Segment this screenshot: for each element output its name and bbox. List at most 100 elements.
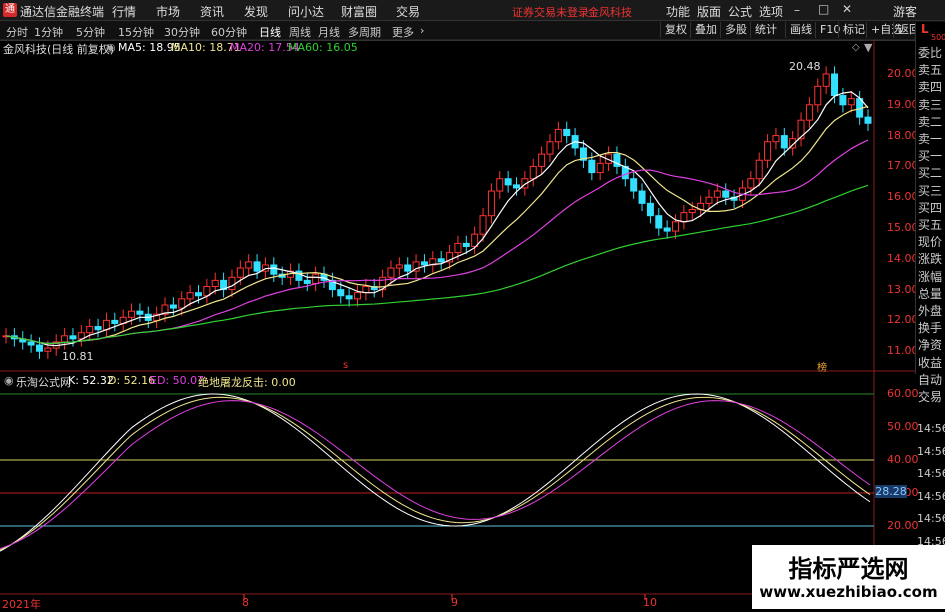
- price-tick-label: 18.00: [887, 128, 919, 142]
- signal-value: 绝地屠龙反击: 0.00: [198, 376, 296, 389]
- side-panel-item[interactable]: 涨跌: [918, 250, 942, 267]
- candle-body: [839, 95, 847, 106]
- candle-body: [337, 289, 345, 297]
- trade-time-label: 14:56: [917, 444, 945, 458]
- side-panel-item[interactable]: 交易: [918, 388, 942, 405]
- side-panel-item[interactable]: 买四: [918, 199, 942, 216]
- side-panel-item[interactable]: 自动: [918, 371, 942, 388]
- candle-body: [27, 341, 35, 346]
- candle-body: [646, 202, 654, 217]
- side-panel-item[interactable]: 外盘: [918, 302, 942, 319]
- candle-body: [831, 73, 839, 97]
- high-price-label: 20.48: [789, 60, 821, 73]
- candle-body: [245, 261, 253, 269]
- candle-body: [663, 227, 671, 232]
- watermark-title: 指标严选网: [788, 555, 909, 583]
- candle-body: [128, 310, 136, 318]
- candle-body: [747, 178, 755, 189]
- candle-body: [479, 215, 487, 235]
- candle-body: [496, 178, 504, 192]
- candle-body: [194, 292, 202, 297]
- indicator-tick-label: 20.00: [887, 519, 919, 532]
- candle-body: [420, 261, 428, 266]
- event-marker-s[interactable]: s: [343, 360, 348, 371]
- event-marker-list[interactable]: 榜: [817, 359, 827, 374]
- side-panel-item[interactable]: 卖五: [918, 61, 942, 78]
- side-panel-item[interactable]: 买二: [918, 164, 942, 181]
- candle-body: [772, 135, 780, 143]
- side-panel-item[interactable]: 收益: [918, 354, 942, 371]
- side-panel-item[interactable]: 净资: [918, 336, 942, 353]
- side-panel-item[interactable]: 卖四: [918, 78, 942, 95]
- candle-body: [270, 264, 278, 275]
- cursor-value-badge: 28.28: [875, 485, 907, 498]
- candle-body: [236, 267, 244, 278]
- candle-body: [362, 286, 370, 294]
- side-panel-item[interactable]: 总量: [918, 285, 942, 302]
- side-panel-item[interactable]: 涨幅: [918, 268, 942, 285]
- x-label-oct: 10: [643, 596, 657, 609]
- ma5-line: [5, 91, 869, 347]
- watermark-url: www.xuezhibiao.com: [759, 583, 938, 601]
- side-panel-item[interactable]: 卖一: [918, 130, 942, 147]
- side-panel-item[interactable]: 委比: [918, 44, 942, 61]
- trade-time-label: 14:56: [917, 489, 945, 503]
- candle-body: [554, 128, 562, 143]
- candle-body: [688, 209, 696, 214]
- candle-body: [86, 326, 94, 334]
- candle-body: [387, 267, 395, 278]
- candle-body: [638, 190, 646, 204]
- candle-body: [822, 73, 830, 87]
- side-panel-item[interactable]: 卖二: [918, 113, 942, 130]
- candle-body: [847, 98, 855, 106]
- x-label-aug: 8: [242, 596, 249, 609]
- candle-body: [722, 190, 730, 198]
- side-panel-item[interactable]: 换手: [918, 319, 942, 336]
- side-panel-item[interactable]: 买五: [918, 216, 942, 233]
- candle-body: [404, 264, 412, 272]
- candle-body: [546, 141, 554, 155]
- price-tick-label: 12.00: [887, 313, 919, 327]
- sub-settings-icon[interactable]: ◉: [4, 374, 14, 387]
- candle-body: [454, 242, 462, 254]
- candle-body: [655, 215, 663, 229]
- candle-body: [111, 319, 119, 324]
- d-value: D: 52.16: [108, 374, 156, 387]
- side-panel-item[interactable]: 买三: [918, 182, 942, 199]
- ed-value: ED: 50.07: [150, 374, 205, 387]
- candle-body: [805, 104, 813, 121]
- candle-body: [672, 221, 680, 232]
- side-panel-item[interactable]: 卖三: [918, 96, 942, 113]
- low-price-label: 10.81: [62, 350, 94, 363]
- candle-body: [630, 178, 638, 192]
- price-tick-label: 11.00: [887, 344, 919, 358]
- candle-body: [169, 304, 177, 309]
- price-tick-label: 14.00: [887, 251, 919, 265]
- watermark-banner: 指标严选网 www.xuezhibiao.com: [752, 545, 945, 609]
- d-line: [0, 396, 871, 551]
- kline-chart[interactable]: [0, 0, 945, 609]
- candle-body: [44, 347, 52, 352]
- k-line: [0, 393, 871, 552]
- ma20-line: [5, 139, 869, 345]
- candle-body: [437, 258, 445, 263]
- side-panel-item[interactable]: 现价: [918, 233, 942, 250]
- candle-body: [538, 153, 546, 167]
- candle-body: [312, 273, 320, 284]
- trade-time-label: 14:56: [917, 512, 945, 525]
- candle-body: [35, 344, 43, 352]
- side-top-label: L: [921, 22, 929, 36]
- candle-body: [211, 279, 219, 288]
- candle-body: [504, 178, 512, 186]
- candle-body: [588, 159, 596, 174]
- candle-body: [563, 128, 571, 137]
- price-tick-label: 20.00: [887, 67, 919, 80]
- candle-body: [178, 298, 186, 309]
- side-panel-item[interactable]: 买一: [918, 147, 942, 164]
- trade-time-label: 14:56: [917, 422, 945, 435]
- candle-body: [814, 85, 822, 106]
- candle-body: [228, 276, 236, 291]
- candle-body: [513, 184, 521, 189]
- candle-body: [713, 190, 721, 198]
- price-tick-label: 16.00: [887, 190, 919, 204]
